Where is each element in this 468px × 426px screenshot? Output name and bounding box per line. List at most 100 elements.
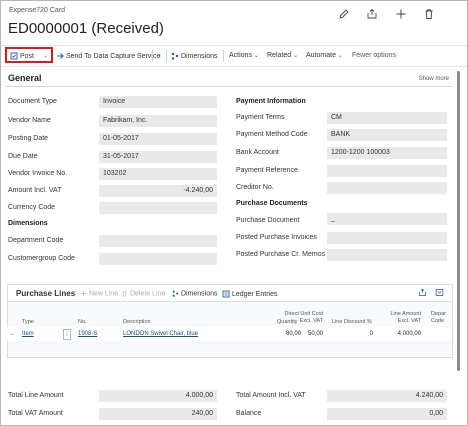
col-unit-cost-header[interactable]: Direct Unit Cost Excl. VAT — [283, 311, 323, 325]
automate-chevron-icon: ⌄ — [337, 53, 343, 59]
more-chevron-icon[interactable]: ⌄ — [157, 52, 162, 59]
delete-icon[interactable] — [423, 7, 435, 25]
total-vat-amount-field: 240,00 — [99, 408, 217, 420]
payment-method-code-label: Payment Method Code — [236, 131, 308, 138]
vendor-invoice-no-label: Vendor Invoice No. — [8, 170, 68, 177]
col-line-amount-header[interactable]: Line Amount Excl. VAT — [387, 311, 421, 325]
row-type-cell[interactable]: Item — [22, 331, 34, 337]
purchase-lines-toolbar: Purchase Lines ⋮ New Line Delete Line Di… — [8, 285, 452, 302]
automate-menu[interactable]: Automate ⌄ — [306, 52, 343, 59]
vendor-invoice-no-field[interactable]: 103202 — [99, 168, 217, 180]
row-line-amount-cell[interactable]: 4.000,00 — [387, 331, 421, 337]
dimensions-icon — [171, 52, 179, 60]
page-scrollbar[interactable] — [457, 71, 460, 371]
payment-terms-label: Payment Terms — [236, 114, 285, 121]
share-icon[interactable] — [366, 7, 378, 25]
payment-information-title: Payment Information — [236, 98, 306, 105]
bank-account-label: Bank Account — [236, 149, 279, 156]
balance-label: Balance — [236, 410, 262, 417]
action-bar: Post ⌄ Send To Data Capture Service ⌄ Di… — [1, 45, 467, 67]
posting-date-field[interactable]: 01-05-2017 — [99, 133, 217, 145]
lines-expand-icon[interactable] — [435, 288, 444, 299]
posted-purchase-cr-memos-label: Posted Purchase Cr. Memos — [236, 251, 326, 258]
row-unit-cost-cell[interactable]: 50,00 — [293, 331, 323, 337]
section-divider — [5, 86, 453, 87]
customergroup-code-field[interactable] — [99, 253, 217, 265]
row-no-cell[interactable]: 1908-S — [78, 331, 97, 337]
col-description-header[interactable]: Description — [123, 319, 151, 326]
col-discount-header[interactable]: Line Discount % — [332, 319, 372, 326]
posted-purchase-invoices-field[interactable] — [327, 232, 447, 244]
department-code-field[interactable] — [99, 235, 217, 247]
due-date-field[interactable]: 31-05-2017 — [99, 151, 217, 163]
row-menu-icon[interactable]: ⋮ — [63, 329, 71, 340]
send-icon — [57, 53, 64, 59]
fewer-options-button[interactable]: Fewer options — [352, 52, 396, 59]
related-label: Related — [267, 52, 292, 59]
divider — [152, 50, 153, 62]
new-line-label: New Line — [88, 290, 119, 298]
col-department-header[interactable]: Depar Code — [431, 311, 446, 325]
row-discount-cell[interactable]: 0 — [357, 331, 373, 337]
currency-code-label: Currency Code — [8, 204, 56, 211]
show-more-link[interactable]: Show more — [419, 76, 449, 82]
total-line-amount-field: 4.000,00 — [99, 390, 217, 402]
posted-purchase-invoices-label: Posted Purchase Invoices — [236, 234, 317, 241]
actions-chevron-icon: ⌄ — [253, 53, 259, 59]
payment-terms-field[interactable]: CM — [327, 112, 447, 124]
related-menu[interactable]: Related ⌄ — [267, 52, 298, 59]
total-line-amount-label: Total Line Amount — [8, 392, 64, 399]
post-icon — [10, 52, 18, 60]
document-type-label: Document Type — [8, 98, 57, 105]
lines-share-icon[interactable] — [418, 288, 427, 299]
bank-account-field[interactable]: 1200-1200 100003 — [327, 147, 447, 159]
lines-dimensions-label: Dimensions — [180, 290, 218, 298]
ledger-entries-button[interactable]: Ledger Entries — [222, 290, 277, 298]
add-icon[interactable] — [395, 7, 407, 25]
col-no-header[interactable]: No. — [78, 319, 87, 326]
creditor-no-field[interactable] — [327, 182, 447, 194]
post-button[interactable]: Post — [10, 52, 34, 60]
row-description-cell[interactable]: LONDON Swivel Chair, blue — [123, 331, 198, 337]
customergroup-code-label: Customergroup Code — [8, 255, 75, 262]
page-title: ED0000001 (Received) — [8, 20, 164, 37]
total-amount-incl-vat-label: Total Amount Incl. VAT — [236, 392, 306, 399]
purchase-documents-title: Purchase Documents — [236, 200, 308, 207]
table-row[interactable] — [7, 327, 451, 341]
dimensions-button[interactable]: Dimensions — [171, 52, 218, 60]
post-dropdown-chevron-icon[interactable]: ⌄ — [43, 52, 48, 59]
currency-code-field[interactable] — [99, 202, 217, 214]
lines-more-icon[interactable]: ⋮ — [72, 290, 79, 298]
ledger-entries-label: Ledger Entries — [231, 290, 278, 298]
due-date-label: Due Date — [8, 153, 38, 160]
delete-line-button[interactable]: Delete Line — [121, 290, 165, 297]
general-section-title: General — [8, 73, 42, 83]
edit-icon[interactable] — [338, 7, 350, 25]
lines-dimensions-button[interactable]: Dimensions — [172, 290, 218, 297]
purchase-document-field[interactable]: _ — [327, 213, 447, 225]
purchase-lines-title: Purchase Lines — [16, 289, 76, 298]
total-vat-amount-label: Total VAT Amount — [8, 410, 63, 417]
card-type-label: Expense720 Card — [9, 7, 66, 14]
related-chevron-icon: ⌄ — [293, 53, 299, 59]
delete-line-icon — [122, 291, 127, 297]
dimensions-group-title: Dimensions — [8, 220, 48, 227]
send-to-data-capture-button[interactable]: Send To Data Capture Service — [56, 52, 160, 60]
payment-method-code-field[interactable]: BANK — [327, 129, 447, 141]
department-code-label: Department Code — [8, 237, 64, 244]
new-line-icon — [80, 290, 87, 297]
actions-label: Actions — [229, 52, 252, 59]
automate-label: Automate — [306, 52, 336, 59]
posted-purchase-cr-memos-field[interactable] — [327, 249, 447, 261]
purchase-document-label: Purchase Document — [236, 217, 300, 224]
new-line-button[interactable]: New Line — [80, 290, 118, 297]
document-type-field[interactable]: Invoice — [99, 96, 217, 108]
col-type-header[interactable]: Type — [22, 319, 34, 326]
amount-incl-vat-label: Amount Incl. VAT — [8, 187, 62, 194]
amount-incl-vat-field[interactable]: -4.240,00 — [99, 185, 217, 197]
divider — [166, 50, 167, 62]
divider — [223, 50, 224, 62]
vendor-name-field[interactable]: Fabrikam, Inc. — [99, 115, 217, 127]
payment-reference-field[interactable] — [327, 165, 447, 177]
actions-menu[interactable]: Actions ⌄ — [229, 52, 259, 59]
